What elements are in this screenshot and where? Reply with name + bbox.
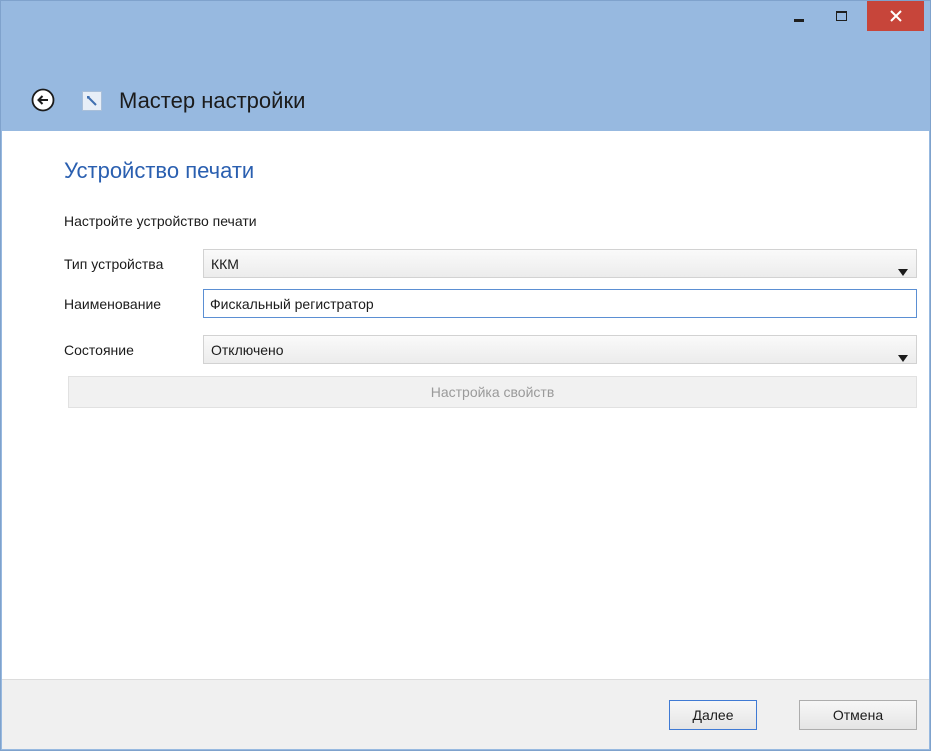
name-label: Наименование	[64, 296, 162, 312]
setup-wizard-window: Мастер настройки Устройство печати Настр…	[0, 0, 931, 751]
close-icon	[889, 10, 902, 22]
device-type-select[interactable]: ККМ	[203, 249, 917, 278]
close-button[interactable]	[867, 1, 924, 31]
device-type-label: Тип устройства	[64, 256, 164, 272]
next-button-accelerator: Д	[692, 707, 702, 723]
triangle-down-icon	[898, 347, 908, 362]
maximize-button[interactable]	[821, 1, 861, 31]
page-title: Устройство печати	[64, 158, 255, 183]
triangle-down-icon	[898, 261, 908, 276]
page-subtitle: Настройте устройство печати	[64, 213, 257, 229]
wizard-icon	[82, 91, 102, 111]
state-select[interactable]: Отключено	[203, 335, 917, 364]
cancel-button[interactable]: Отмена	[799, 700, 917, 730]
minimize-button[interactable]	[779, 1, 819, 31]
minimize-icon	[794, 18, 804, 22]
configure-properties-button[interactable]: Настройка свойств	[68, 376, 917, 408]
next-button-label: алее	[701, 707, 734, 723]
back-arrow-icon[interactable]	[31, 88, 55, 112]
name-input[interactable]	[203, 289, 917, 318]
state-value: Отключено	[211, 342, 284, 358]
state-label: Состояние	[64, 342, 134, 358]
maximize-icon	[835, 11, 847, 21]
title-bar	[1, 1, 930, 73]
next-button[interactable]: Далее	[669, 700, 757, 730]
wizard-footer: Далее Отмена	[2, 679, 929, 749]
wizard-content: Устройство печати Настройте устройство п…	[2, 131, 929, 679]
window-title: Мастер настройки	[119, 88, 306, 113]
device-type-value: ККМ	[211, 256, 239, 272]
window-header: Мастер настройки	[1, 73, 930, 131]
